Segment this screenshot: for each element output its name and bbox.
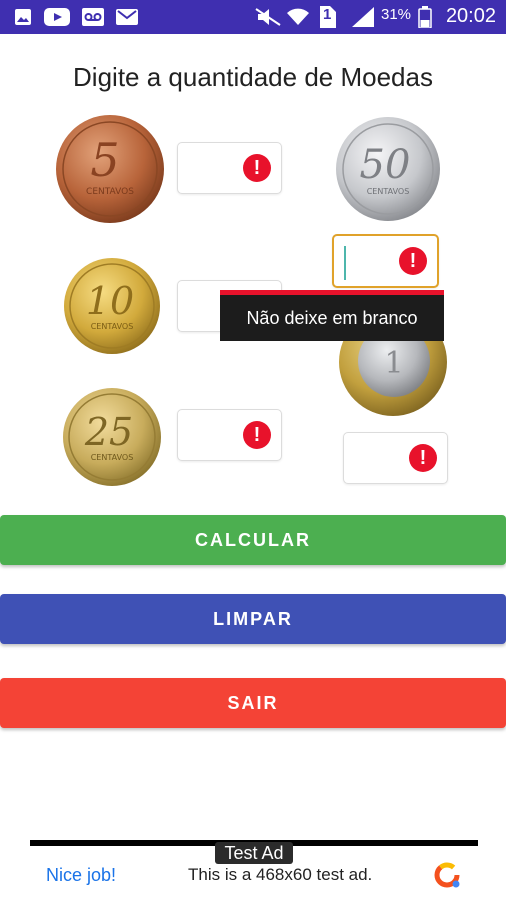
quantity-input-1-real[interactable]: ! [343, 432, 448, 484]
battery-icon [418, 6, 432, 28]
error-icon: ! [409, 444, 437, 472]
sim-number: 1 [323, 6, 332, 23]
ad-logo-icon[interactable] [432, 860, 462, 894]
mail-icon [116, 7, 138, 27]
signal-icon [350, 7, 376, 27]
page-title: Digite a quantidade de Moedas [73, 62, 433, 92]
sair-button[interactable]: SAIR [0, 678, 506, 728]
coin-caption: CENTAVOS [86, 187, 134, 197]
coin-numeral: 1 [384, 346, 403, 381]
quantity-input-50-centavos[interactable]: ! [332, 234, 439, 288]
coin-caption: CENTAVOS [91, 322, 134, 331]
quantity-input-25-centavos[interactable]: ! [177, 409, 282, 461]
clock: 20:02 [445, 5, 496, 27]
error-tooltip: Não deixe em branco [220, 295, 444, 341]
test-ad-badge: Test Ad [215, 842, 293, 864]
image-icon [14, 7, 32, 27]
status-bar: 1 31% 20:02 [0, 0, 506, 34]
ad-headline[interactable]: Nice job! [46, 865, 116, 886]
voicemail-icon [82, 7, 104, 27]
mute-icon [254, 7, 282, 27]
coin-5-centavos: 5 CENTAVOS [55, 114, 165, 224]
coin-numeral: 50 [360, 142, 411, 188]
quantity-input-5-centavos[interactable]: ! [177, 142, 282, 194]
limpar-button[interactable]: LIMPAR [0, 594, 506, 644]
battery-percent: 31% [381, 6, 412, 23]
error-icon: ! [243, 154, 271, 182]
coin-10-centavos: 10 CENTAVOS [63, 257, 161, 355]
coin-25-centavos: 25 CENTAVOS [62, 387, 162, 487]
text-cursor [344, 246, 346, 280]
coin-50-centavos: 50 CENTAVOS [335, 116, 441, 222]
error-icon: ! [243, 421, 271, 449]
coin-caption: CENTAVOS [367, 187, 410, 196]
error-icon: ! [399, 247, 427, 275]
coin-caption: CENTAVOS [91, 453, 134, 462]
ad-text: This is a 468x60 test ad. [188, 865, 373, 884]
coin-numeral: 5 [90, 133, 119, 187]
coin-numeral: 10 [86, 279, 134, 323]
youtube-icon [44, 7, 70, 27]
wifi-icon [286, 7, 310, 27]
coin-numeral: 25 [84, 410, 133, 454]
calcular-button[interactable]: CALCULAR [0, 515, 506, 565]
